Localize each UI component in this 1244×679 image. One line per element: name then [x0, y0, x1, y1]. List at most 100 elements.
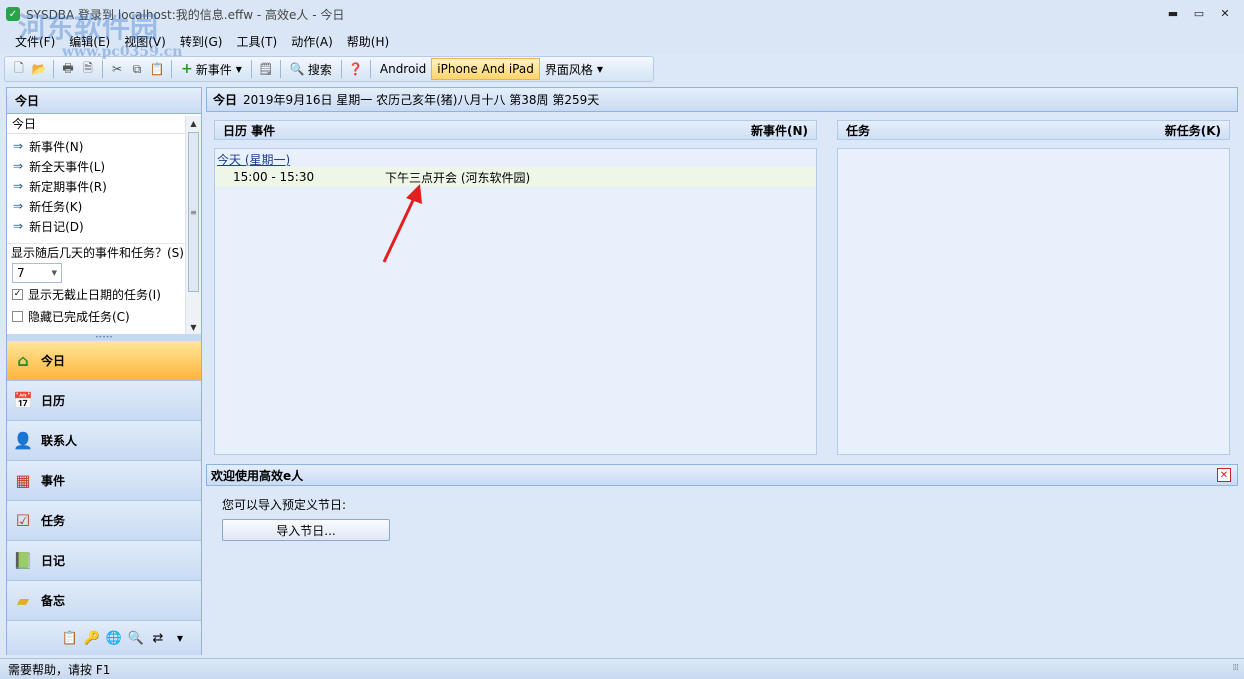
diary-icon: 📗	[13, 551, 33, 570]
status-text: 需要帮助，请按 F1	[8, 662, 111, 677]
globe-icon[interactable]: 🌐	[103, 627, 125, 649]
help-icon[interactable]: ❓	[346, 59, 366, 79]
clipboard-icon[interactable]: 📋	[59, 627, 81, 649]
left-pane: 今日 今日 ⇒ 新事件(N) ⇒ 新全天事件(L) ⇒ 新定期事件(R) ⇒ 新…	[6, 87, 202, 655]
hide-completed-label: 隐藏已完成任务(C)	[28, 309, 130, 324]
resize-grip-icon[interactable]: ⁞⁞⁞	[1232, 663, 1239, 673]
left-scrollbar[interactable]: ▲ ≡ ▼	[185, 116, 201, 334]
sync-icon[interactable]: ⇄	[147, 627, 169, 649]
welcome-title: 欢迎使用高效e人	[211, 468, 304, 483]
search-icon[interactable]: 🔍	[125, 627, 147, 649]
nav-events[interactable]: ▦ 事件	[7, 461, 201, 501]
quick-new-allday-event[interactable]: ⇒ 新全天事件(L)	[7, 156, 201, 176]
minimize-button[interactable]: ▬	[1160, 4, 1186, 22]
app-icon: ✓	[6, 7, 20, 21]
chevron-down-icon: ▼	[596, 64, 604, 74]
close-button[interactable]: ✕	[1212, 4, 1238, 22]
print-preview-icon[interactable]: 🗎	[78, 59, 98, 79]
new-task-link[interactable]: 新任务(K)	[1165, 122, 1221, 139]
copy-icon[interactable]: ⧉	[127, 59, 147, 79]
close-icon[interactable]: ✕	[1217, 468, 1231, 482]
nav-tasks[interactable]: ☑ 任务	[7, 501, 201, 541]
print-icon[interactable]: 🖶	[58, 59, 78, 79]
navigation-buttons: ⌂ 今日 📅 日历 👤 联系人 ▦ 事件 ☑ 任务 📗 日记 ▰ 备忘 📋 🔑 …	[7, 341, 201, 655]
scroll-up-icon[interactable]: ▲	[186, 116, 201, 130]
toolbar-separator	[340, 60, 342, 78]
quick-new-recurring-event[interactable]: ⇒ 新定期事件(R)	[7, 176, 201, 196]
paste-icon[interactable]: 📋	[147, 59, 167, 79]
scroll-down-icon[interactable]: ▼	[186, 320, 201, 334]
new-document-icon[interactable]: 🗋	[9, 59, 29, 79]
chevron-down-icon: ▼	[51, 269, 57, 277]
days-ahead-select[interactable]: 7 ▼	[12, 263, 62, 283]
day-title[interactable]: 今天 (星期一)	[215, 149, 816, 167]
event-time: 15:00 - 15:30	[233, 170, 315, 184]
ui-style-button[interactable]: 界面风格 ▼	[540, 58, 608, 80]
toolbar-separator	[102, 60, 103, 78]
menu-file[interactable]: 文件(F)	[8, 33, 62, 50]
key-icon[interactable]: 🔑	[81, 627, 103, 649]
pane-splitter[interactable]: •••••	[7, 334, 201, 341]
quick-new-diary[interactable]: ⇒ 新日记(D)	[7, 216, 201, 236]
new-event-link[interactable]: 新事件(N)	[751, 122, 808, 139]
days-ahead-value: 7	[17, 266, 25, 280]
properties-icon[interactable]: 🗒	[256, 59, 276, 79]
arrow-right-icon: ⇒	[13, 179, 24, 193]
nav-today[interactable]: ⌂ 今日	[7, 341, 201, 381]
nav-footer: 📋 🔑 🌐 🔍 ⇄ ▼	[7, 621, 201, 655]
left-pane-title: 今日	[7, 88, 201, 114]
welcome-text: 您可以导入预定义节日:	[222, 498, 347, 512]
tasks-header: 任务 新任务(K)	[837, 120, 1230, 140]
menu-bar: 文件(F) 编辑(E) 视图(V) 转到(G) 工具(T) 动作(A) 帮助(H…	[0, 28, 1244, 54]
nav-notes[interactable]: ▰ 备忘	[7, 581, 201, 621]
calendar-icon: 📅	[13, 391, 33, 410]
menu-help[interactable]: 帮助(H)	[340, 33, 396, 50]
toolbar: 🗋 📂 🖶 🗎 ✂ ⧉ 📋 + 新事件 ▼ 🗒 🔍 搜索 ❓ Android i…	[4, 56, 654, 82]
chevron-down-icon[interactable]: ▼	[169, 627, 191, 649]
nav-diary[interactable]: 📗 日记	[7, 541, 201, 581]
menu-tools[interactable]: 工具(T)	[229, 33, 284, 50]
left-pane-subtitle: 今日	[7, 114, 201, 134]
import-holidays-button[interactable]: 导入节日...	[222, 519, 390, 541]
show-no-deadline-label: 显示无截止日期的任务(I)	[28, 287, 161, 302]
menu-view[interactable]: 视图(V)	[117, 33, 173, 50]
cut-icon[interactable]: ✂	[107, 59, 127, 79]
hide-completed-checkbox[interactable]	[12, 310, 23, 322]
menu-goto[interactable]: 转到(G)	[173, 33, 230, 50]
nav-contacts[interactable]: 👤 联系人	[7, 421, 201, 461]
contacts-icon: 👤	[13, 431, 33, 450]
show-no-deadline-checkbox[interactable]: ✓	[12, 288, 23, 300]
quick-item-label: 新日记(D)	[29, 219, 84, 234]
toolbar-separator	[369, 60, 371, 78]
scroll-thumb[interactable]: ≡	[188, 132, 199, 292]
open-folder-icon[interactable]: 📂	[29, 59, 49, 79]
search-button[interactable]: 🔍 搜索	[285, 58, 337, 80]
quick-new-task[interactable]: ⇒ 新任务(K)	[7, 196, 201, 216]
nav-calendar[interactable]: 📅 日历	[7, 381, 201, 421]
new-event-label: 新事件	[195, 62, 232, 77]
days-ahead-label: 显示随后几天的事件和任务？(S)	[7, 243, 185, 261]
quick-new-event[interactable]: ⇒ 新事件(N)	[7, 136, 201, 156]
hide-completed-row[interactable]: 隐藏已完成任务(C)	[7, 305, 185, 327]
notes-icon: ▰	[16, 591, 30, 610]
show-no-deadline-row[interactable]: ✓ 显示无截止日期的任务(I)	[7, 283, 185, 305]
tasks-icon: ☑	[15, 511, 31, 530]
nav-calendar-label: 日历	[41, 394, 66, 408]
android-button[interactable]: Android	[375, 58, 431, 80]
toolbar-separator	[279, 60, 281, 78]
left-options: 显示随后几天的事件和任务？(S) 7 ▼ ✓ 显示无截止日期的任务(I) 隐藏已…	[7, 243, 185, 327]
menu-edit[interactable]: 编辑(E)	[62, 33, 117, 50]
new-event-button[interactable]: + 新事件 ▼	[176, 58, 247, 80]
chevron-down-icon: ▼	[235, 64, 242, 74]
menu-action[interactable]: 动作(A)	[284, 33, 340, 50]
nav-events-label: 事件	[41, 474, 66, 488]
arrow-right-icon: ⇒	[13, 159, 24, 173]
iphone-ipad-button[interactable]: iPhone And iPad	[431, 58, 540, 80]
toolbar-separator	[171, 60, 172, 78]
ui-style-label: 界面风格	[544, 62, 593, 77]
home-icon: ⌂	[17, 351, 29, 370]
maximize-button[interactable]: ▭	[1186, 4, 1212, 22]
quick-item-label: 新定期事件(R)	[29, 179, 107, 194]
event-row[interactable]: 15:00 - 15:30 下午三点开会 (河东软件园)	[215, 167, 816, 187]
toolbar-separator	[53, 60, 54, 78]
